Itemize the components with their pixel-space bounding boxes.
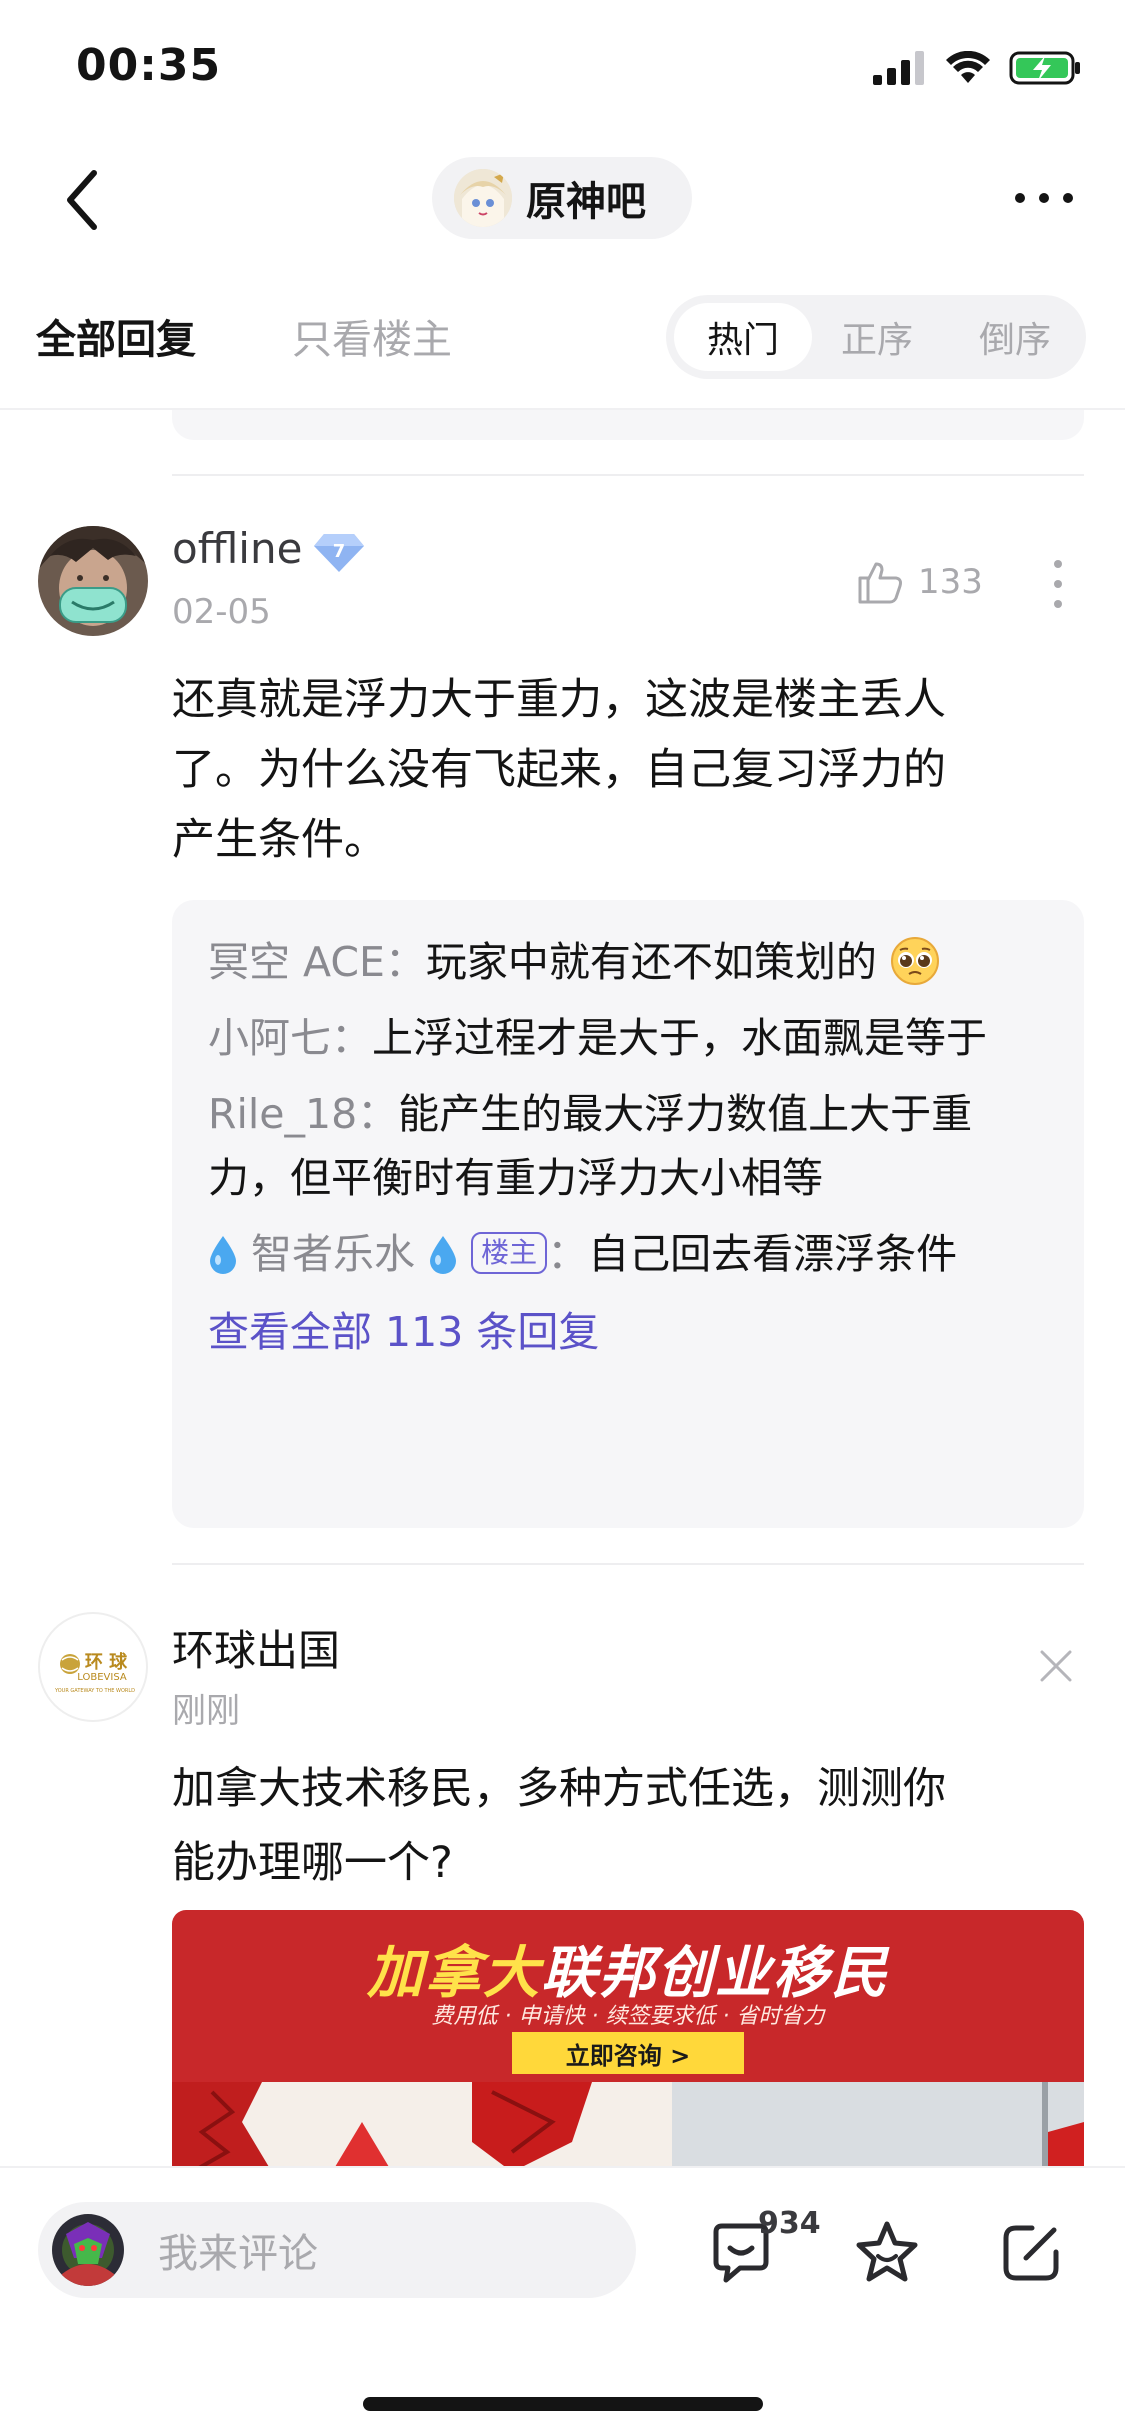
reply-tabs: 全部回复 只看楼主 热门 正序 倒序 — [0, 285, 1125, 385]
sort-hot[interactable]: 热门 — [674, 303, 812, 371]
post-more-icon[interactable] — [1054, 560, 1062, 608]
status-icons — [873, 48, 1081, 88]
post-date: 02-05 — [172, 592, 271, 632]
water-drop-icon — [430, 1236, 457, 1274]
advertiser-logo[interactable]: 环 球 LOBEVISA YOUR GATEWAY TO THE WORLD — [38, 1612, 148, 1722]
post-content: 还真就是浮力大于重力，这波是楼主丢人 了。为什么没有飞起来，自己复习浮力的 产生… — [172, 665, 1072, 875]
sub-replies-card[interactable]: 冥空 ACE：玩家中就有还不如策划的 小阿七：上浮过程才是大于，水面飘是等于 R… — [172, 900, 1084, 1528]
sub-reply-author[interactable]: 冥空 ACE — [208, 938, 385, 986]
post-content-line: 了。为什么没有飞起来，自己复习浮力的 — [172, 745, 946, 795]
sub-reply[interactable]: Rile_18：能产生的最大浮力数值上大于重力，但平衡时有重力浮力大小相等 — [208, 1082, 1048, 1210]
tab-all-replies[interactable]: 全部回复 — [36, 307, 196, 365]
my-avatar — [52, 2214, 124, 2286]
post-content-line: 产生条件。 — [172, 815, 387, 865]
wifi-icon — [946, 51, 990, 83]
op-tag: 楼主 — [471, 1232, 548, 1274]
forum-name: 原神吧 — [526, 179, 646, 225]
ad-content-line: 加拿大技术移民，多种方式任选，测测你 — [172, 1764, 946, 1814]
status-time: 00:35 — [76, 40, 222, 91]
comment-input[interactable]: 我来评论 — [38, 2202, 636, 2298]
sort-descending[interactable]: 倒序 — [946, 303, 1084, 371]
sub-reply-author[interactable]: Rile_18 — [208, 1090, 357, 1138]
back-chevron-icon[interactable] — [56, 165, 116, 235]
bottom-bar: 我来评论 934 — [0, 2166, 1125, 2436]
post-separator — [172, 474, 1084, 476]
pleading-face-emoji-icon — [890, 937, 939, 985]
ad-consult-button[interactable]: 立即咨询 > — [512, 2032, 744, 2074]
level-badge: 7 — [312, 530, 366, 574]
share-icon[interactable] — [996, 2218, 1066, 2288]
post-separator — [172, 1563, 1084, 1565]
user-avatar[interactable] — [38, 526, 148, 636]
sub-reply-author[interactable]: 智者乐水 — [251, 1230, 415, 1278]
ad-banner-photo — [172, 2082, 1084, 2170]
view-all-replies-link[interactable]: 查看全部 113 条回复 — [208, 1298, 1048, 1358]
sort-ascending[interactable]: 正序 — [808, 303, 946, 371]
ad-banner-title: 加拿大联邦创业移民 — [367, 1941, 889, 2006]
water-drop-icon — [210, 1236, 236, 1274]
svg-text:LOBEVISA: LOBEVISA — [77, 1672, 127, 1683]
forum-avatar — [454, 169, 512, 227]
nav-bar: 原神吧 — [0, 135, 1125, 260]
status-bar: 00:35 — [0, 0, 1125, 135]
svg-text:YOUR GATEWAY TO THE WORLD: YOUR GATEWAY TO THE WORLD — [54, 1688, 135, 1694]
ad-banner[interactable]: 加拿大联邦创业移民 费用低 · 申请快 · 续签要求低 · 省时省力 立即咨询 … — [172, 1910, 1084, 2170]
star-favorite-icon[interactable] — [852, 2218, 922, 2288]
sub-reply-text: 自己回去看漂浮条件 — [588, 1230, 958, 1278]
sub-reply-text: 玩家中就有还不如策划的 — [425, 938, 877, 986]
thumbs-up-icon — [858, 562, 902, 604]
forum-pill[interactable]: 原神吧 — [432, 157, 692, 239]
sub-reply[interactable]: 小阿七：上浮过程才是大于，水面飘是等于 — [208, 1006, 1048, 1070]
previous-reply-card — [172, 410, 1084, 440]
ad-banner-subtitle: 费用低 · 申请快 · 续签要求低 · 省时省力 — [431, 2004, 825, 2029]
sub-reply[interactable]: 智者乐水 楼主 ：自己回去看漂浮条件 — [208, 1222, 1048, 1286]
reply-count-badge: 934 — [758, 2206, 821, 2241]
advertiser-name[interactable]: 环球出国 — [172, 1617, 340, 1678]
tab-op-only[interactable]: 只看楼主 — [292, 307, 452, 365]
comment-placeholder: 我来评论 — [158, 2231, 318, 2277]
cellular-signal-icon — [873, 51, 924, 85]
close-icon[interactable] — [1038, 1648, 1074, 1684]
sub-reply[interactable]: 冥空 ACE：玩家中就有还不如策划的 — [208, 930, 1048, 994]
like-count: 133 — [918, 562, 983, 602]
home-indicator — [363, 2397, 763, 2411]
svg-text:环 球: 环 球 — [85, 1652, 128, 1673]
like-button[interactable]: 133 — [856, 558, 983, 606]
battery-charging-icon — [1009, 51, 1080, 85]
sub-reply-text: 上浮过程才是大于，水面飘是等于 — [372, 1014, 987, 1062]
sub-reply-author[interactable]: 小阿七 — [208, 1014, 331, 1062]
ad-time: 刚刚 — [172, 1691, 240, 1731]
post-username[interactable]: offline — [172, 524, 302, 573]
ad-content: 加拿大技术移民，多种方式任选，测测你 能办理哪一个? — [172, 1752, 1072, 1900]
post-content-line: 还真就是浮力大于重力，这波是楼主丢人 — [172, 675, 946, 725]
sort-toggle: 热门 正序 倒序 — [666, 295, 1086, 379]
svg-text:7: 7 — [333, 541, 346, 562]
more-options-icon[interactable] — [1015, 193, 1073, 203]
ad-content-line: 能办理哪一个? — [172, 1838, 453, 1888]
